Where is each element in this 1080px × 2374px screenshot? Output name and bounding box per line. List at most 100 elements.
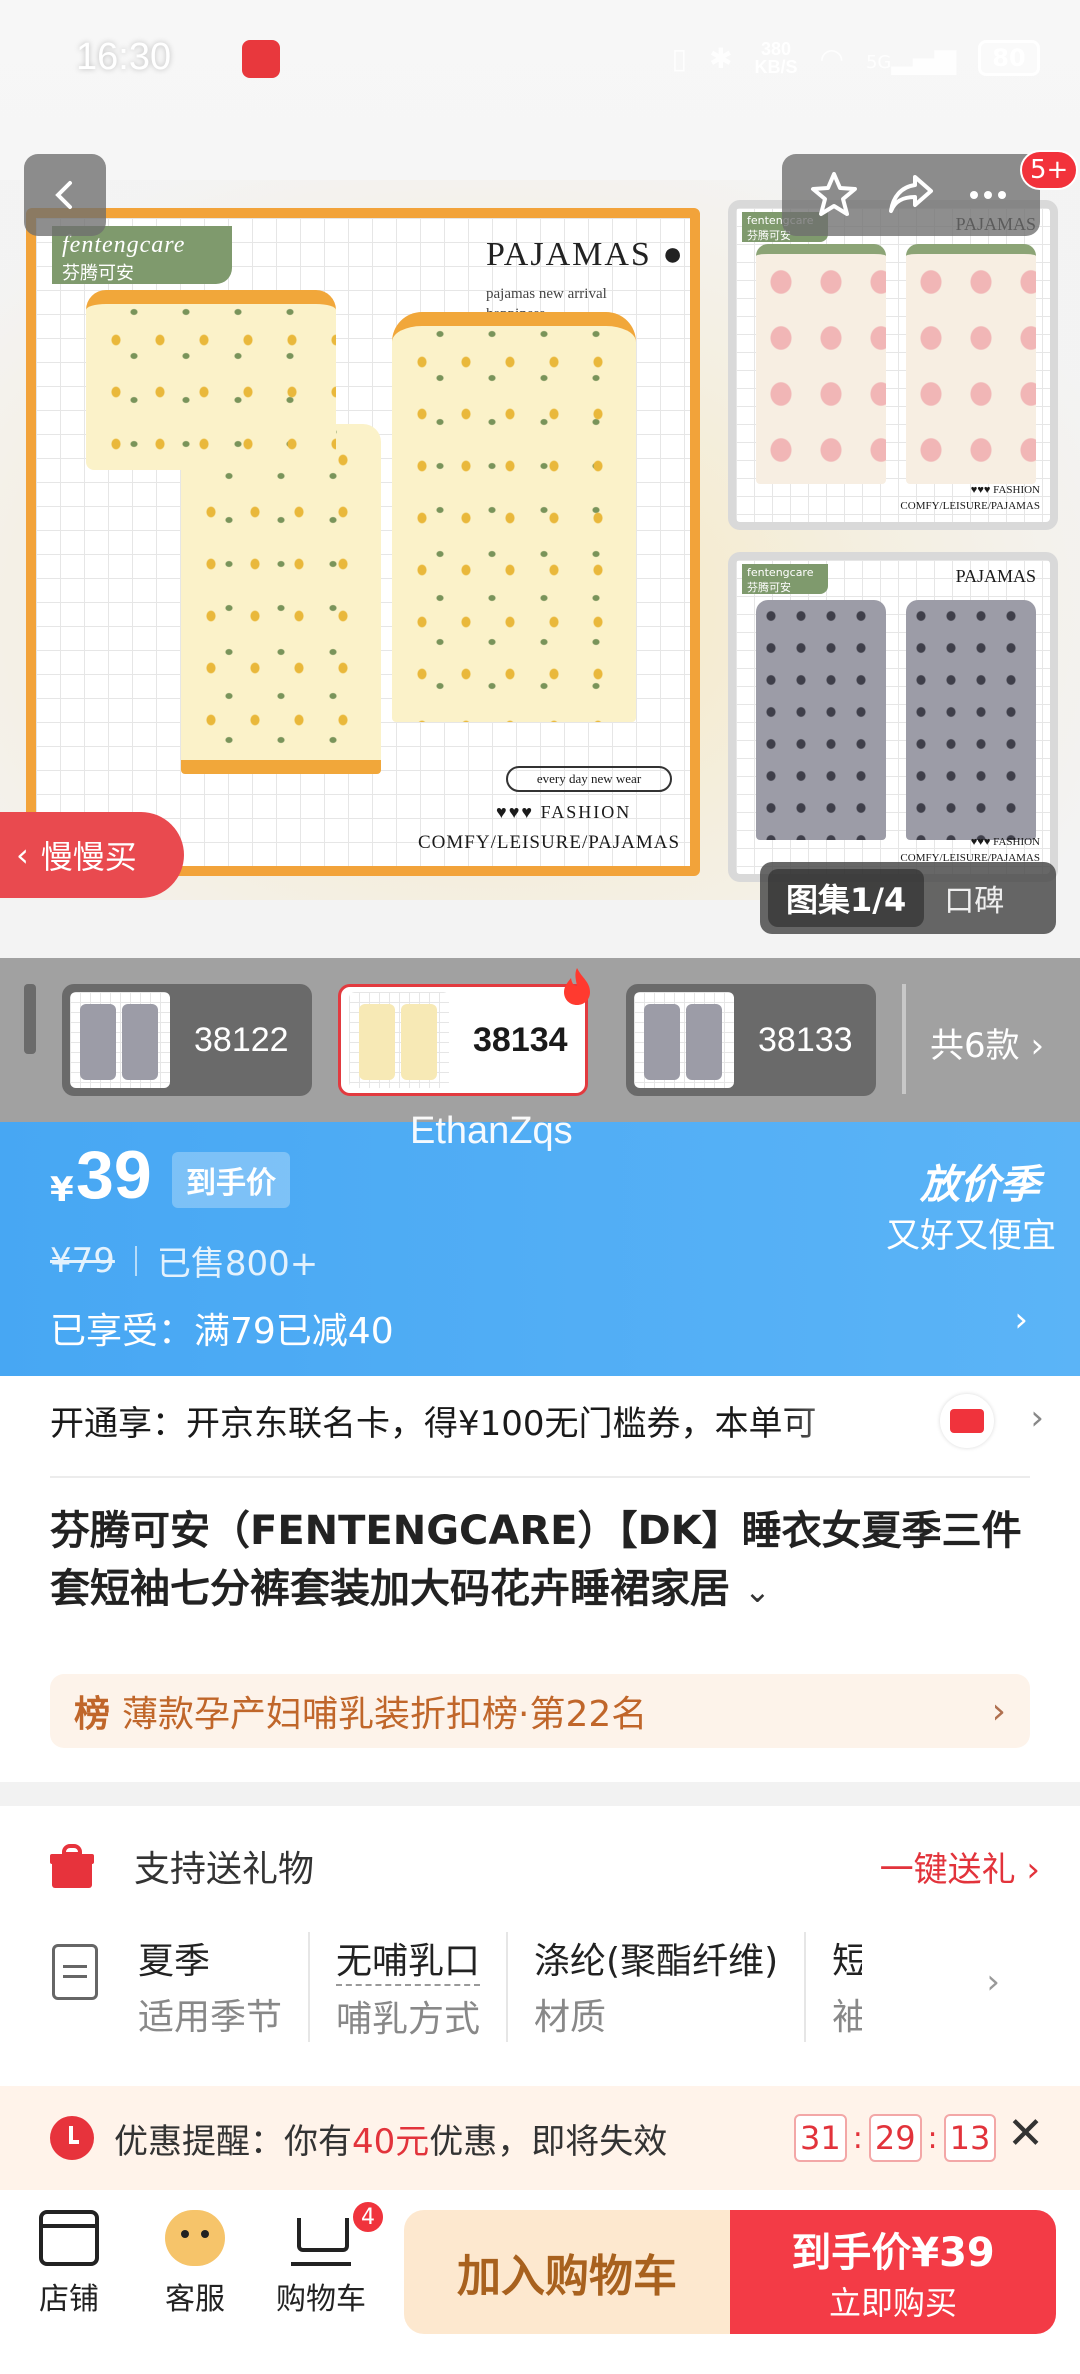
chevron-right-icon[interactable]: › [1030,1398,1044,1438]
buy-now-button[interactable]: 到手价¥39 立即购买 [730,2210,1056,2334]
member-card-offer[interactable]: 开通享：开京东联名卡，得¥100无门槛券，本单可 [50,1396,910,1445]
chevron-left-icon: ‹ [16,836,29,874]
attribute-item: 夏季 适用季节 [138,1932,311,2042]
attribute-item: 涤纶(聚酯纤维) 材质 [534,1932,807,2042]
price-banner: ¥ 39 到手价 ¥79 已售800+ 已享受：满79已减40 放价季 又好又便… [0,1122,1080,1376]
more-icon[interactable] [962,169,1014,221]
coupon-prefix: 优惠提醒：你有 [114,2121,352,2162]
star-favorite-icon[interactable] [808,169,860,221]
variant-more-label: 共6款 [930,1026,1020,1066]
customer-service-icon [165,2210,225,2266]
cart-count-badge: 4 [351,2200,385,2234]
attribute-value: 夏季 [138,1941,211,1982]
attribute-value: 短 [832,1941,863,1982]
clock-icon [50,2116,94,2160]
buy-now-label: 立即购买 [828,2284,957,2322]
gift-row[interactable]: 支持送礼物 一键送礼 › [50,1836,1040,1896]
attribute-key: 适用季节 [138,1997,283,2038]
shop-button[interactable]: 店铺 [14,2210,124,2318]
promo-subtitle: 又好又便宜 [886,1216,1056,1256]
hot-flame-icon [560,966,594,1006]
sold-count: 已售800+ [156,1244,319,1284]
variant-item-selected[interactable]: 38134 [338,984,588,1096]
bluetooth-icon: ✱ [709,41,733,75]
chevron-right-icon: › [1030,1026,1045,1066]
chevron-down-icon[interactable]: ⌄ [744,1572,771,1610]
variant-selector: 38122 38134 38133 共6款 › [0,958,1080,1122]
chevron-right-icon[interactable]: › [1014,1300,1028,1340]
price-currency: ¥ [50,1170,74,1210]
side-image-grey[interactable]: fentengcare 芬腾可安 PAJAMAS ♥♥♥ FASHION COMF… [728,552,1058,882]
chevron-right-icon[interactable]: › [986,1962,1000,2002]
share-icon[interactable] [885,169,937,221]
send-gift-label: 一键送礼 [879,1849,1016,1890]
side-garment [906,600,1036,840]
side-title: PAJAMAS [955,566,1036,586]
variant-divider [902,984,906,1094]
product-services: 支持送礼物 一键送礼 › 夏季 适用季节 无哺乳口 哺乳方式 涤纶(聚酯纤维) … [0,1806,1080,2092]
price-value: 39 [76,1137,152,1213]
attribute-key: 袖 [832,1997,863,2038]
side-garment [756,600,886,840]
discount-applied[interactable]: 已享受：满79已减40 [50,1302,394,1354]
coupon-reminder[interactable]: 优惠提醒：你有 40元 优惠，即将失效 31 : 29 : 13 ✕ [0,2086,1080,2190]
slow-buy-label: 慢慢买 [40,838,137,876]
gift-icon [50,1844,94,1888]
buy-now-price: 到手价¥39 [791,2230,995,2276]
gallery-tab-reviews[interactable]: 口碑 [944,876,1004,920]
attributes-row[interactable]: 夏季 适用季节 无哺乳口 哺乳方式 涤纶(聚酯纤维) 材质 短 袖 › [44,1932,1040,2042]
ranking-banner[interactable]: 榜 薄款孕产妇哺乳装折扣榜·第22名 › [50,1674,1030,1748]
original-price: ¥79 [50,1240,115,1281]
net-speed: 380 KB/S [755,40,798,76]
image-comfy: COMFY/LEISURE/PAJAMAS [418,832,681,853]
countdown-timer: 31 : 29 : 13 [794,2114,997,2162]
attribute-value: 涤纶(聚酯纤维) [534,1941,779,1982]
gift-label: 支持送礼物 [134,1849,315,1890]
send-gift-button[interactable]: 一键送礼 › [880,1842,1040,1891]
divider [50,1476,1030,1478]
variant-scroll-edge [24,984,36,1054]
document-icon [52,1944,98,2000]
side-footer-1: ♥♥♥ FASHION [970,836,1040,848]
ranking-icon: 榜 [74,1694,111,1735]
cart-icon: 4 [291,2200,385,2266]
chevron-left-icon [55,181,72,209]
main-product-image[interactable]: fentengcare 芬腾可安 PAJAMAS ● pajamas new a… [26,208,700,876]
status-time: 16:30 [76,36,172,78]
back-button[interactable] [24,154,106,236]
variant-thumbnail [70,992,170,1088]
add-to-cart-button[interactable]: 加入购物车 [404,2210,730,2334]
side-image-pink[interactable]: fentengcare芬腾可安 PAJAMAS ♥♥♥ FASHION COMF… [728,200,1058,530]
coupon-amount: 40元 [352,2121,430,2162]
net-speed-value: 380 [761,39,792,59]
image-pill: every day new wear [506,766,672,792]
customer-service-label: 客服 [165,2282,225,2317]
variant-thumbnail [634,992,734,1088]
variant-more-button[interactable]: 共6款 › [930,1018,1044,1067]
notification-badge: 5+ [1020,150,1079,190]
status-bar: 16:30 ▯ ✱ 380 KB/S ◠ 5G▂▄▆ 80 [0,0,1080,120]
variant-item[interactable]: 38122 [62,984,312,1096]
coupon-suffix: 优惠，即将失效 [429,2121,668,2162]
signal-icon: 5G▂▄▆ [865,41,956,75]
side-footer-1: ♥♥♥ FASHION [970,484,1040,496]
side-garment [906,244,1036,484]
variant-item[interactable]: 38133 [626,984,876,1096]
attribute-item: 短 袖 [832,1932,862,2042]
side-footer-2: COMFY/LEISURE/PAJAMAS [900,500,1040,512]
side-brand: fentengcare 芬腾可安 [742,564,828,594]
cart-button[interactable]: 4 购物车 [266,2200,385,2318]
brand-name-en: fentengcare [62,232,186,258]
product-title[interactable]: 芬腾可安（FENTENGCARE）【DK】睡衣女夏季三件套短袖七分裤套装加大码花… [50,1502,1040,1620]
battery-icon: 80 [978,40,1040,76]
product-gallery[interactable]: 16:30 ▯ ✱ 380 KB/S ◠ 5G▂▄▆ 80 fentengcar… [0,0,1080,960]
close-icon[interactable]: ✕ [1007,2108,1044,2159]
customer-service-button[interactable]: 客服 [140,2210,250,2318]
shop-label: 店铺 [39,2282,99,2317]
gallery-indicator: 图集1/4 口碑 [760,862,1056,934]
attribute-value: 无哺乳口 [336,1932,481,1986]
slow-buy-button[interactable]: ‹ 慢慢买 [0,812,184,898]
pajama-pants [181,424,381,774]
gallery-tab-images[interactable]: 图集1/4 [768,869,925,927]
vibrate-icon: ▯ [671,41,688,75]
